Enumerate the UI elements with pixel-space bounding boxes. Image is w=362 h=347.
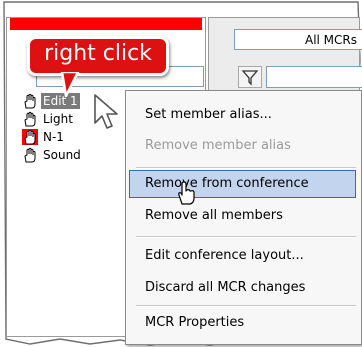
mcr-filter-input[interactable] bbox=[266, 66, 362, 88]
menu-item-discard-all-mcr-changes[interactable]: Discard all MCR changes bbox=[126, 274, 361, 302]
menu-item-label: Set member alias... bbox=[145, 107, 272, 122]
menu-item-remove-member-alias: Remove member alias bbox=[126, 132, 361, 160]
hand-icon bbox=[22, 129, 38, 145]
filter-icon bbox=[241, 70, 259, 86]
menu-item-label: Discard all MCR changes bbox=[145, 280, 306, 295]
menu-item-label: Remove member alias bbox=[145, 138, 291, 153]
tree-item-label: Light bbox=[43, 112, 73, 126]
filter-button[interactable] bbox=[238, 66, 262, 88]
hand-icon bbox=[22, 93, 38, 109]
menu-item-label: Remove from conference bbox=[145, 176, 309, 191]
panel-header-bar bbox=[10, 18, 202, 30]
hand-icon bbox=[22, 147, 38, 163]
menu-separator bbox=[136, 236, 356, 238]
tree-item-label: N-1 bbox=[43, 130, 64, 144]
menu-item-remove-all-members[interactable]: Remove all members bbox=[126, 202, 361, 230]
tree-item-n-1[interactable]: N-1 bbox=[22, 128, 66, 146]
menu-item-edit-conference-layout[interactable]: Edit conference layout... bbox=[126, 242, 361, 270]
menu-item-label: Edit conference layout... bbox=[145, 248, 304, 263]
mcr-dropdown-value: All MCRs bbox=[304, 33, 357, 47]
context-menu: Set member alias... Remove member alias … bbox=[125, 90, 362, 345]
menu-separator bbox=[136, 167, 356, 169]
menu-item-mcr-properties[interactable]: MCR Properties bbox=[126, 309, 361, 337]
menu-item-label: Remove all members bbox=[145, 208, 283, 223]
callout-tail bbox=[60, 72, 80, 98]
right-click-callout: right click bbox=[27, 36, 169, 76]
hand-pointer-icon bbox=[178, 181, 195, 205]
menu-item-set-member-alias[interactable]: Set member alias... bbox=[126, 101, 361, 129]
hand-icon bbox=[22, 111, 38, 127]
tree-item-sound[interactable]: Sound bbox=[22, 146, 83, 164]
menu-item-remove-from-conference[interactable]: Remove from conference bbox=[129, 170, 356, 198]
menu-item-label: MCR Properties bbox=[145, 315, 245, 330]
callout-text: right click bbox=[44, 41, 152, 66]
mcr-dropdown[interactable]: All MCRs bbox=[234, 29, 362, 50]
tree-item-label: Sound bbox=[43, 148, 81, 162]
tree-item-light[interactable]: Light bbox=[22, 110, 75, 128]
mouse-cursor-icon bbox=[94, 94, 118, 129]
menu-separator bbox=[136, 305, 356, 307]
